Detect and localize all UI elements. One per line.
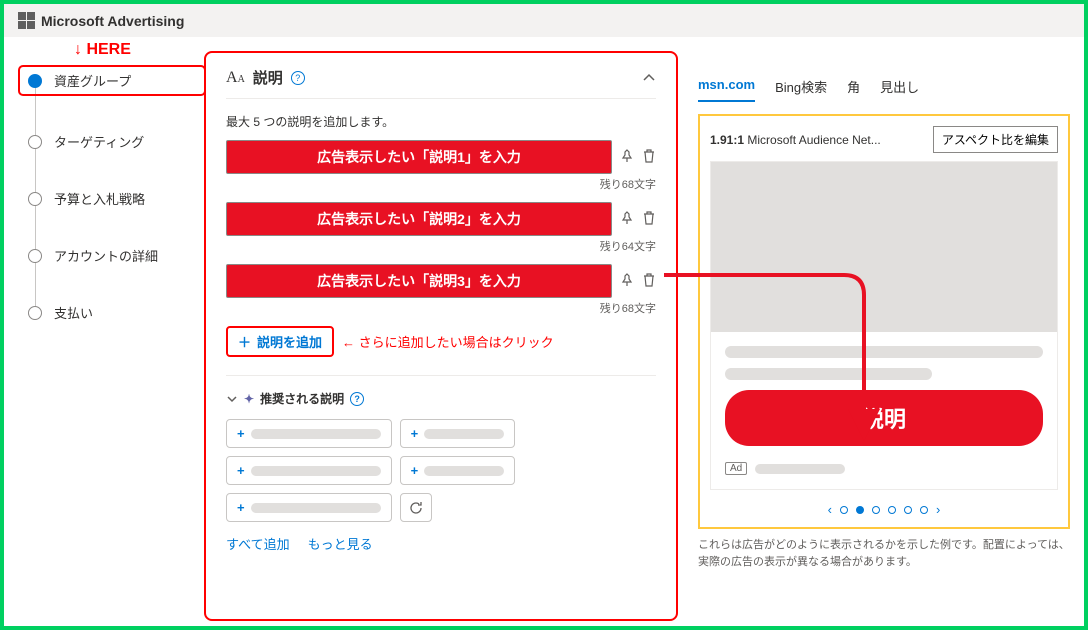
- sparkle-icon: ✦: [244, 392, 254, 406]
- see-more-link[interactable]: もっと見る: [308, 534, 373, 553]
- description-input-3[interactable]: 広告表示したい「説明3」を入力: [226, 264, 612, 298]
- plus-icon: +: [411, 426, 419, 441]
- plus-icon: ＋: [238, 332, 251, 351]
- tab-msn[interactable]: msn.com: [698, 77, 755, 102]
- panel-title: 説明: [253, 67, 283, 88]
- plus-icon: +: [237, 500, 245, 515]
- pager-dot[interactable]: [872, 506, 880, 514]
- pager-dot[interactable]: [920, 506, 928, 514]
- chevron-down-icon: [226, 393, 238, 405]
- placeholder-line: [725, 346, 1043, 358]
- aspect-ratio-label: 1.91:1 Microsoft Audience Net...: [710, 133, 925, 147]
- brand-title: Microsoft Advertising: [41, 13, 184, 29]
- step-label: 資産グループ: [54, 71, 131, 90]
- char-counter-2: 残り64文字: [226, 238, 656, 254]
- ad-preview-card: 説明 Ad: [710, 161, 1058, 490]
- description-input-2[interactable]: 広告表示したい「説明2」を入力: [226, 202, 612, 236]
- trash-icon[interactable]: [642, 149, 656, 166]
- edit-aspect-button[interactable]: アスペクト比を編集: [933, 126, 1058, 153]
- char-counter-1: 残り68文字: [226, 176, 656, 192]
- pin-icon[interactable]: [620, 211, 634, 228]
- pager-prev[interactable]: ‹: [828, 502, 832, 517]
- description-input-1[interactable]: 広告表示したい「説明1」を入力: [226, 140, 612, 174]
- ad-badge: Ad: [725, 462, 747, 475]
- panel-subtitle: 最大 5 つの説明を追加します。: [226, 113, 656, 130]
- preview-pane: msn.com Bing検索 角 見出し 1.91:1 Microsoft Au…: [684, 37, 1084, 625]
- sidebar-item-account[interactable]: アカウントの詳細: [28, 246, 204, 265]
- sidebar-item-targeting[interactable]: ターゲティング: [28, 132, 204, 151]
- step-label: アカウントの詳細: [54, 246, 158, 265]
- sidebar-item-assets[interactable]: 資産グループ: [20, 67, 204, 94]
- ad-image-placeholder: [711, 162, 1057, 332]
- placeholder-line: [755, 464, 845, 474]
- add-description-button[interactable]: ＋ 説明を追加: [226, 326, 334, 357]
- pager-dot[interactable]: [888, 506, 896, 514]
- plus-icon: +: [411, 463, 419, 478]
- pin-icon[interactable]: [620, 273, 634, 290]
- chevron-up-icon[interactable]: [642, 71, 656, 85]
- pager-next[interactable]: ›: [936, 502, 940, 517]
- step-label: 予算と入札戦略: [54, 189, 145, 208]
- step-label: ターゲティング: [54, 132, 144, 151]
- suggestion-chip[interactable]: +: [400, 456, 516, 485]
- preview-tabs: msn.com Bing検索 角 見出し: [698, 77, 1070, 102]
- plus-icon: +: [237, 426, 245, 441]
- sidebar-item-payment[interactable]: 支払い: [28, 303, 204, 322]
- description-highlight: 説明: [725, 390, 1043, 446]
- pin-icon[interactable]: [620, 149, 634, 166]
- suggestion-chip[interactable]: +: [226, 493, 392, 522]
- sidebar-item-budget[interactable]: 予算と入札戦略: [28, 189, 204, 208]
- stepper-nav: 資産グループ ターゲティング 予算と入札戦略 アカウントの詳細 支払い: [28, 67, 204, 322]
- suggestion-chip[interactable]: +: [226, 456, 392, 485]
- suggestion-chip[interactable]: +: [400, 419, 516, 448]
- refresh-suggestions-button[interactable]: [400, 493, 432, 522]
- placeholder-line: [725, 368, 932, 380]
- preview-disclaimer: これらは広告がどのように表示されるかを示した例です。配置によっては、実際の広告の…: [698, 537, 1070, 570]
- annotation-here: ↓ HERE: [74, 41, 131, 59]
- suggestion-chip[interactable]: +: [226, 419, 392, 448]
- tab-corner[interactable]: 角: [847, 77, 860, 102]
- text-icon: AA: [226, 69, 245, 87]
- pager-dot[interactable]: [840, 506, 848, 514]
- app-header: Microsoft Advertising: [4, 4, 1084, 37]
- tab-bing[interactable]: Bing検索: [775, 77, 827, 102]
- add-button-label: 説明を追加: [257, 332, 322, 351]
- trash-icon[interactable]: [642, 211, 656, 228]
- microsoft-logo-icon: [18, 12, 35, 29]
- sidebar: ↓ HERE 資産グループ ターゲティング 予算と入札戦略 アカウントの詳細 支…: [4, 37, 204, 625]
- plus-icon: +: [237, 463, 245, 478]
- preview-pager: ‹ ›: [710, 502, 1058, 517]
- recommend-title: 推奨される説明: [260, 390, 344, 407]
- help-icon[interactable]: ?: [291, 71, 305, 85]
- pager-dot[interactable]: [904, 506, 912, 514]
- step-label: 支払い: [54, 303, 93, 322]
- refresh-icon: [409, 501, 423, 515]
- tab-headline[interactable]: 見出し: [880, 77, 919, 102]
- trash-icon[interactable]: [642, 273, 656, 290]
- recommend-toggle[interactable]: ✦ 推奨される説明 ?: [226, 390, 656, 407]
- descriptions-panel: AA 説明 ? 最大 5 つの説明を追加します。 広告表示したい「説明1」を入力: [204, 51, 678, 621]
- help-icon[interactable]: ?: [350, 392, 364, 406]
- add-all-link[interactable]: すべて追加: [226, 534, 290, 553]
- preview-box: 1.91:1 Microsoft Audience Net... アスペクト比を…: [698, 114, 1070, 529]
- char-counter-3: 残り68文字: [226, 300, 656, 316]
- annotation-add-note: ← さらに追加したい場合はクリック: [342, 332, 554, 351]
- pager-dot[interactable]: [856, 506, 864, 514]
